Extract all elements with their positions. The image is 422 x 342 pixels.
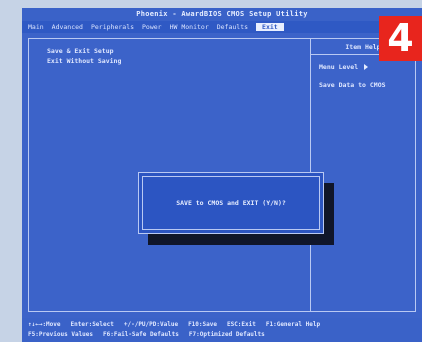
bios-title: Phoenix - AwardBIOS CMOS Setup Utility	[22, 8, 422, 21]
bios-menu-bar: Main Advanced Peripherals Power HW Monit…	[22, 21, 422, 33]
key-move: ↑↓←→:Move	[28, 321, 61, 328]
arrow-right-icon	[364, 64, 369, 70]
help-description: Save Data to CMOS	[319, 81, 386, 89]
menu-item-main[interactable]: Main	[28, 23, 44, 31]
key-legend-row-1: ↑↓←→:Move Enter:Select +/-/PU/PD:Value F…	[28, 321, 320, 328]
menu-item-advanced[interactable]: Advanced	[52, 23, 83, 31]
menu-item-exit[interactable]: Exit	[256, 23, 284, 31]
key-previous-values: F5:Previous Values	[28, 331, 94, 338]
step-number-badge: 4	[379, 16, 422, 61]
menu-item-hw-monitor[interactable]: HW Monitor	[170, 23, 209, 31]
menu-item-power[interactable]: Power	[142, 23, 162, 31]
key-legend: ↑↓←→:Move Enter:Select +/-/PU/PD:Value F…	[22, 318, 422, 342]
key-select: Enter:Select	[70, 321, 114, 328]
help-menu-level: Menu Level	[319, 63, 369, 71]
key-fail-safe: F6:Fail-Safe Defaults	[103, 331, 179, 338]
help-pane: Item Help Menu Level Save Data to CMOS	[311, 39, 415, 311]
help-menu-level-label: Menu Level	[319, 63, 359, 71]
key-save: F10:Save	[188, 321, 217, 328]
key-help: F1:General Help	[265, 321, 321, 328]
key-value: +/-/PU/PD:Value	[123, 321, 179, 328]
menu-item-peripherals[interactable]: Peripherals	[91, 23, 134, 31]
key-exit: ESC:Exit	[226, 321, 256, 328]
option-exit-without-saving[interactable]: Exit Without Saving	[47, 57, 121, 65]
menu-item-defaults[interactable]: Defaults	[217, 23, 248, 31]
dialog-prompt: SAVE to CMOS and EXIT (Y/N)?	[176, 199, 286, 207]
key-optimized: F7:Optimized Defaults	[188, 331, 265, 338]
dialog-inner-border: SAVE to CMOS and EXIT (Y/N)?	[142, 176, 320, 230]
confirm-dialog[interactable]: SAVE to CMOS and EXIT (Y/N)?	[138, 172, 324, 234]
bios-screen: Phoenix - AwardBIOS CMOS Setup Utility M…	[22, 8, 422, 342]
option-save-exit[interactable]: Save & Exit Setup	[47, 47, 114, 55]
key-legend-row-2: F5:Previous Values F6:Fail-Safe Defaults…	[28, 331, 265, 338]
